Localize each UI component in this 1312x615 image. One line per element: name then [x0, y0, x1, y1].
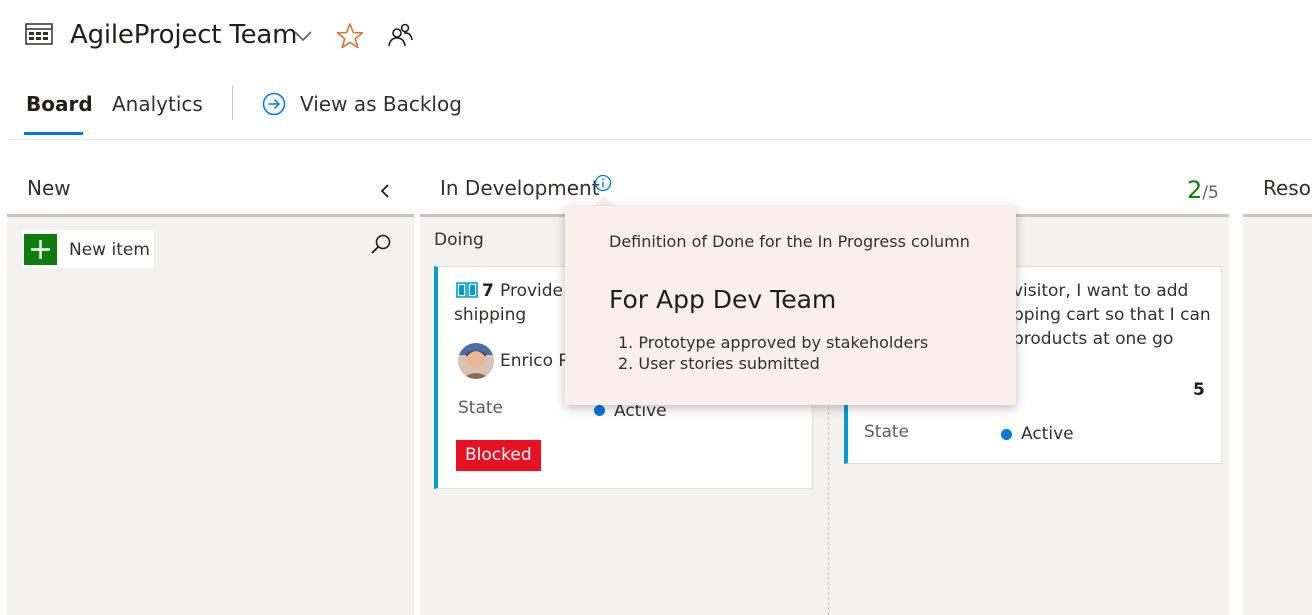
chevron-left-icon[interactable] [377, 181, 393, 201]
star-icon[interactable] [336, 22, 364, 50]
header-divider [8, 139, 1312, 140]
callout-subtitle: Definition of Done for the In Progress c… [609, 232, 970, 251]
column-body-resolved [1243, 217, 1312, 615]
board-icon [25, 23, 53, 45]
split-column-label-doing: Doing [434, 230, 484, 250]
team-name[interactable]: AgileProject Team [70, 20, 297, 50]
tab-selected-indicator [24, 132, 83, 135]
wip-count-value: 2 [1187, 176, 1203, 204]
callout-list-item: 1. Prototype approved by stakeholders [618, 333, 929, 352]
callout-list-item: 2. User stories submitted [618, 354, 820, 373]
user-story-icon [456, 282, 478, 298]
info-icon[interactable] [594, 174, 612, 192]
state-indicator [1001, 429, 1012, 440]
arrow-circle-right-icon [262, 92, 286, 116]
blocked-tag[interactable]: Blocked [456, 440, 541, 471]
tab-analytics[interactable]: Analytics [112, 92, 203, 136]
column-header-new: New [27, 176, 71, 200]
column-header-in-development: In Development [440, 176, 600, 200]
search-icon[interactable] [369, 233, 393, 257]
new-item-label: New item [69, 240, 150, 260]
column-body-new [7, 217, 414, 615]
work-item-title-line-2[interactable]: shipping [454, 303, 526, 327]
effort-value: 5 [1193, 380, 1205, 400]
page-tabs: Board Analytics View as Backlog [0, 80, 1312, 138]
state-indicator [594, 405, 605, 416]
tab-analytics-label: Analytics [112, 92, 203, 116]
work-item-title-line-1[interactable]: Provide [500, 279, 563, 303]
work-item-id: 7 [482, 281, 494, 301]
wip-count: 2/5 [1187, 176, 1219, 204]
work-item-title-line-1[interactable]: visitor, I want to add [1013, 279, 1188, 303]
work-item-title-line-3[interactable]: products at one go [1013, 327, 1173, 351]
plus-icon [24, 234, 57, 265]
callout-title: For App Dev Team [609, 285, 837, 314]
chevron-down-icon[interactable] [291, 28, 315, 44]
callout-list: 1. Prototype approved by stakeholders 2.… [618, 332, 928, 374]
state-field-label: State [458, 398, 503, 418]
work-item-title-line-2[interactable]: pping cart so that I can [1013, 303, 1211, 327]
tab-board-label: Board [26, 92, 93, 116]
state-field-label: State [864, 422, 909, 442]
page-header: AgileProject Team [0, 0, 1312, 70]
wip-limit: /5 [1202, 183, 1219, 203]
tab-divider [232, 85, 233, 120]
definition-of-done-callout: Definition of Done for the In Progress c… [565, 206, 1016, 405]
view-as-backlog-label: View as Backlog [300, 92, 462, 116]
team-members-icon[interactable] [386, 22, 414, 48]
avatar [458, 343, 494, 379]
new-item-button[interactable]: New item [22, 230, 154, 268]
column-header-resolved: Resol [1263, 176, 1312, 200]
state-value[interactable]: Active [1021, 424, 1074, 444]
tab-board[interactable]: Board [24, 92, 93, 136]
